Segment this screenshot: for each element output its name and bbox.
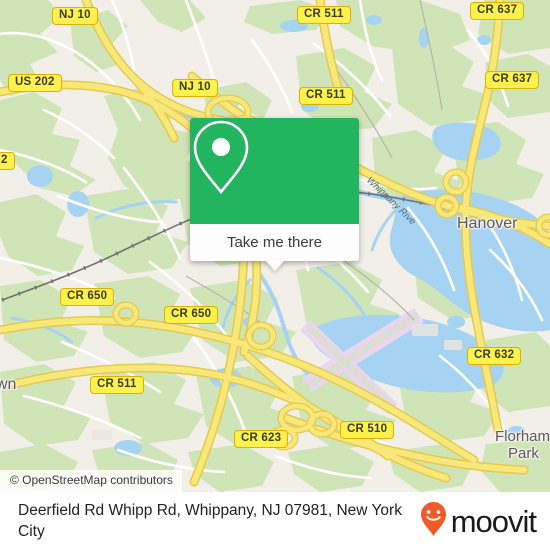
road-shield[interactable]: NJ 10	[52, 7, 98, 25]
take-me-there-button[interactable]: Take me there	[190, 224, 359, 261]
river-label-whippany: Whippany River	[360, 175, 418, 227]
road-shield[interactable]: CR 650	[164, 306, 219, 324]
moovit-logo[interactable]: moovit	[419, 501, 537, 542]
place-label-florham: Florham	[495, 428, 550, 445]
svg-text:Whippany River: Whippany River	[360, 175, 418, 227]
place-label-partial-town: wn	[0, 376, 17, 393]
map-canvas[interactable]: NJ 10 CR 511 CR 637 US 202 NJ 10 CR 511 …	[0, 0, 550, 492]
place-label-park: Park	[508, 445, 539, 462]
osm-attribution[interactable]: © OpenStreetMap contributors	[0, 470, 182, 492]
moovit-wordmark: moovit	[450, 503, 537, 539]
road-shield[interactable]: CR 632	[467, 347, 522, 365]
location-popup[interactable]: Take me there	[190, 118, 359, 271]
address-text: Deerfield Rd Whipp Rd, Whippany, NJ 0798…	[18, 502, 402, 540]
place-label-hanover: Hanover	[457, 215, 518, 232]
moovit-pin-smiley-icon	[419, 501, 448, 542]
road-shield[interactable]: CR 637	[485, 71, 540, 89]
popup-header	[190, 118, 359, 224]
road-shield[interactable]: CR 510	[340, 421, 395, 439]
road-shield[interactable]: CR 511	[297, 6, 351, 24]
river-label-text: Whippany River	[360, 175, 418, 227]
road-shield[interactable]: CR 623	[234, 430, 289, 448]
road-shield[interactable]: NJ 10	[172, 79, 218, 97]
road-shield[interactable]: 2	[0, 152, 15, 170]
footer-bar: Deerfield Rd Whipp Rd, Whippany, NJ 0798…	[0, 492, 550, 550]
road-shield[interactable]: US 202	[8, 74, 62, 92]
road-shield[interactable]: CR 650	[60, 288, 115, 306]
take-me-there-label: Take me there	[226, 234, 323, 251]
popup-pointer	[264, 260, 285, 271]
map-screenshot: NJ 10 CR 511 CR 637 US 202 NJ 10 CR 511 …	[0, 0, 550, 550]
road-shield[interactable]: CR 637	[470, 2, 525, 20]
road-shield[interactable]: CR 511	[299, 87, 353, 105]
road-shield[interactable]: CR 511	[90, 376, 144, 394]
